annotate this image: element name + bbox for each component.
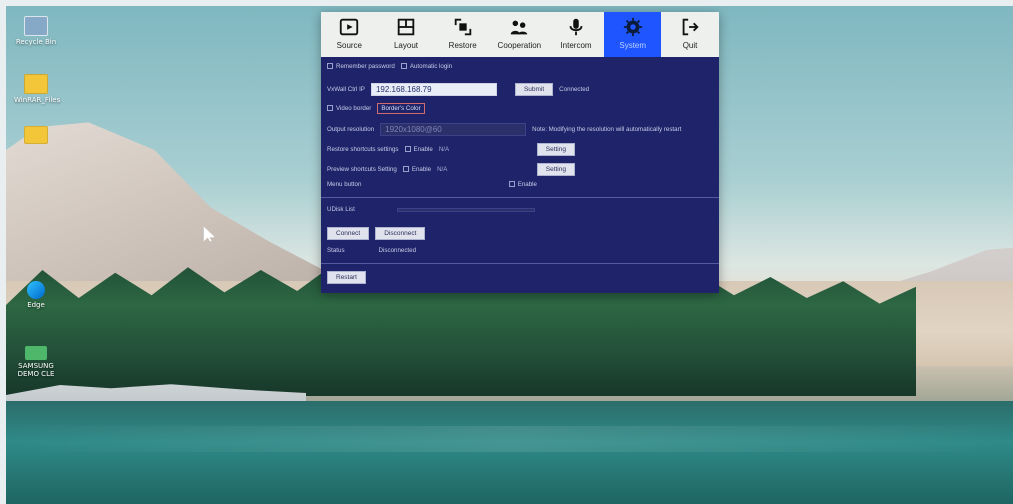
folder-icon [24, 74, 48, 94]
folder-icon [24, 126, 48, 144]
restore-shortcuts-label: Restore shortcuts settings [327, 146, 399, 153]
video-border-checkbox[interactable]: Video border [327, 105, 371, 112]
recycle-bin-icon [24, 16, 48, 36]
tab-cooperation[interactable]: Cooperation [491, 12, 548, 57]
checkbox-box [327, 105, 333, 112]
preview-shortcuts-value: N/A [437, 166, 448, 173]
control-app-window: Source Layout Restore Cooperation Interc… [321, 12, 719, 293]
tab-quit[interactable]: Quit [661, 12, 719, 57]
tab-label: Intercom [560, 41, 592, 50]
preview-shortcuts-label: Preview shortcuts Setting [327, 166, 397, 173]
desktop-icon-label: WinRAR_Files [14, 96, 61, 104]
tab-restore[interactable]: Restore [434, 12, 491, 57]
lake-shine [6, 426, 1013, 452]
enable-label: Enable [517, 181, 537, 188]
checkbox-box [402, 166, 409, 173]
lake [6, 401, 1013, 504]
cooperation-icon [511, 20, 528, 35]
desktop-icon-label: SAMSUNG DEMO CLE [17, 362, 55, 378]
ctrl-ip-label: VxWall Ctrl IP [327, 86, 365, 93]
udisk-list-input[interactable] [396, 207, 535, 212]
udisk-list-row: UDisk List [327, 206, 713, 213]
video-border-row: Video border Border's Color [327, 103, 713, 114]
desktop-icon-label: Edge [27, 301, 45, 309]
output-resolution-row: Output resolution 1920x1080@60 Note: Mod… [327, 123, 713, 136]
status-label: Status [327, 247, 345, 254]
preview-shortcuts-row: Preview shortcuts Setting Enable N/A Set… [327, 163, 713, 176]
desktop-icon-folder-2[interactable] [14, 126, 58, 146]
tab-intercom[interactable]: Intercom [548, 12, 605, 57]
submit-button[interactable]: Submit [514, 83, 554, 96]
tab-label: Cooperation [497, 41, 542, 50]
desktop-icon-app[interactable]: SAMSUNG DEMO CLE [14, 346, 58, 378]
output-resolution-input[interactable]: 1920x1080@60 [380, 123, 527, 136]
restart-row: Restart [327, 271, 713, 284]
checkbox-box [508, 181, 515, 188]
top-toolbar: Source Layout Restore Cooperation Interc… [321, 12, 719, 57]
desktop-icon-folder-1[interactable]: WinRAR_Files [14, 74, 61, 104]
tab-label: Layout [393, 41, 419, 50]
restore-shortcuts-setting-button[interactable]: Setting [536, 143, 575, 156]
checkbox-box [327, 63, 333, 70]
tab-system[interactable]: System [604, 12, 662, 57]
auto-login-checkbox[interactable]: Automatic login [400, 63, 453, 70]
ctrl-ip-input[interactable]: 192.168.168.79 [370, 83, 497, 96]
layout-icon [397, 18, 415, 36]
section-divider [321, 197, 719, 198]
tab-label: Quit [682, 41, 698, 50]
desktop-icon-label: Recycle Bin [15, 38, 57, 46]
checkbox-box [404, 146, 411, 153]
tab-label: Restore [448, 41, 477, 50]
auto-login-label: Automatic login [409, 63, 453, 70]
udisk-actions-row: Connect Disconnect [327, 227, 713, 240]
edge-icon [27, 281, 45, 299]
border-color-button[interactable]: Border's Color [377, 103, 425, 114]
desktop-background: Recycle Bin WinRAR_Files Edge SAMSUNG DE… [6, 6, 1013, 504]
play-icon [340, 18, 359, 36]
restore-shortcuts-enable[interactable]: Enable [404, 146, 433, 153]
tab-label: Source [336, 41, 363, 50]
tab-label: System [619, 41, 647, 50]
restart-button[interactable]: Restart [327, 271, 366, 284]
output-resolution-label: Output resolution [327, 126, 375, 133]
udisk-list-label: UDisk List [327, 206, 355, 213]
remember-password-label: Remember password [336, 63, 395, 70]
microphone-icon [569, 18, 583, 36]
enable-label: Enable [413, 146, 433, 153]
checkbox-box [400, 63, 407, 70]
ctrl-ip-row: VxWall Ctrl IP 192.168.168.79 Submit Con… [327, 83, 713, 96]
restore-shortcuts-value: N/A [438, 146, 450, 153]
tab-layout[interactable]: Layout [378, 12, 435, 57]
quit-icon [682, 18, 699, 36]
enable-label: Enable [411, 166, 432, 173]
system-settings-panel: Remember password Automatic login VxWall… [321, 57, 719, 293]
video-border-label: Video border [336, 105, 372, 112]
preview-shortcuts-setting-button[interactable]: Setting [536, 163, 575, 176]
resolution-note: Note: Modifying the resolution will auto… [532, 126, 682, 133]
preview-shortcuts-enable[interactable]: Enable [402, 166, 432, 173]
section-divider [321, 263, 719, 264]
menu-button-label: Menu button [327, 181, 362, 188]
menu-button-enable[interactable]: Enable [508, 181, 537, 188]
tab-source[interactable]: Source [321, 12, 378, 57]
status-value: Disconnected [378, 247, 417, 254]
connect-button[interactable]: Connect [327, 227, 370, 240]
restore-icon [454, 18, 471, 36]
connection-status-text: Connected [559, 86, 590, 93]
desktop-icon-recycle-bin[interactable]: Recycle Bin [14, 16, 58, 46]
gear-icon [623, 17, 642, 37]
remember-password-checkbox[interactable]: Remember password [327, 63, 395, 70]
status-row: Status Disconnected [327, 247, 713, 254]
login-options-row: Remember password Automatic login [327, 63, 713, 70]
restore-shortcuts-row: Restore shortcuts settings Enable N/A Se… [327, 143, 713, 156]
app-icon [25, 346, 47, 360]
disconnect-button[interactable]: Disconnect [375, 227, 426, 240]
menu-button-row: Menu button Enable [327, 181, 713, 188]
desktop-icon-edge[interactable]: Edge [14, 281, 58, 309]
